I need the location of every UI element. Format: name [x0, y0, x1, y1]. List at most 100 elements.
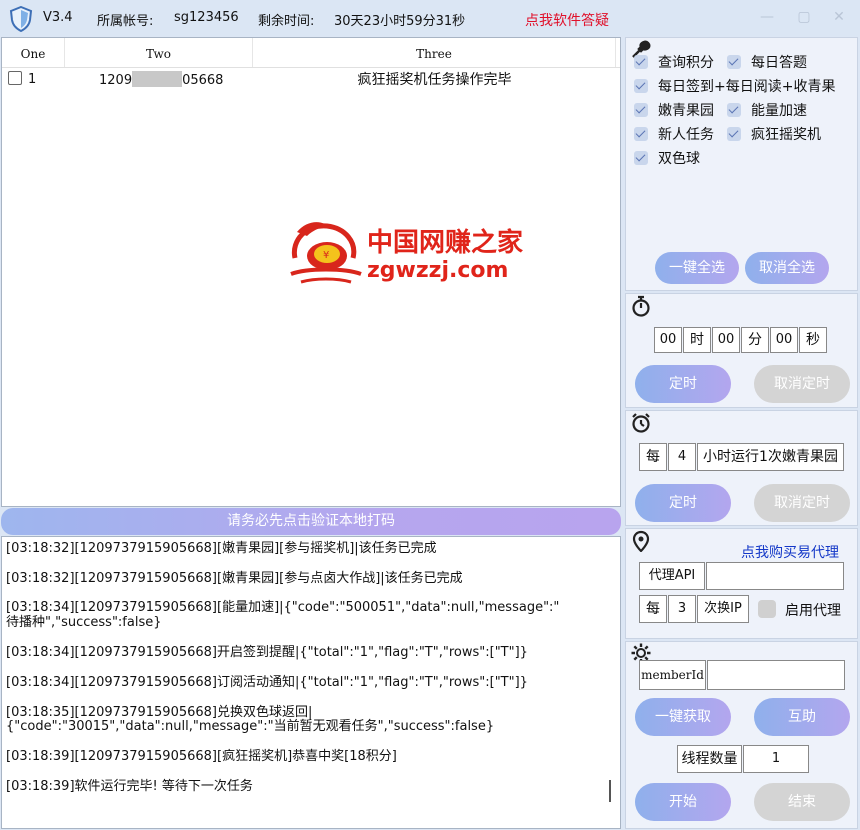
proxy-api-label: 代理API: [639, 562, 705, 590]
check-icon: [727, 127, 741, 141]
member-id-input[interactable]: [707, 660, 845, 690]
log-line: [03:18:34][1209737915905668]开启签到提醒|{"tot…: [6, 645, 528, 660]
log-line: [03:18:32][1209737915905668][嫩青果园][参与摇奖机…: [6, 541, 437, 556]
column-header-one[interactable]: One: [2, 38, 65, 67]
timer-start-button[interactable]: 定时: [635, 365, 731, 403]
table-header: One Two Three: [2, 38, 620, 68]
interval-hours-input[interactable]: 4: [668, 443, 696, 471]
stop-button[interactable]: 结束: [754, 783, 850, 821]
remaining-value: 30天23小时59分31秒: [334, 14, 466, 29]
watermark-title: 中国网赚之家: [367, 228, 524, 258]
watermark-logo: ¥ 中国网赚之家 zgwzzj.com: [287, 218, 537, 288]
task-label: 双色球: [658, 151, 700, 167]
member-id-label: memberId: [639, 660, 706, 690]
interval-description: 小时运行1次嫩青果园: [697, 443, 844, 471]
redaction-block: [132, 70, 183, 87]
fetch-all-button[interactable]: 一键获取: [635, 698, 731, 736]
stopwatch-icon: [632, 295, 650, 317]
check-icon: [727, 103, 741, 117]
account-id-suffix: 05668: [182, 72, 224, 88]
task-label: 嫩青果园: [658, 103, 714, 119]
svg-text:¥: ¥: [323, 250, 329, 261]
timer-seconds-input[interactable]: 00: [770, 327, 798, 353]
dragon-logo-icon: ¥: [290, 222, 362, 284]
app-version: V3.4: [43, 10, 73, 25]
remaining-label: 剩余时间:: [258, 14, 315, 29]
member-panel: memberId 一键获取 互助 线程数量 1 开始 结束: [625, 641, 858, 829]
task-checkbox-orchard[interactable]: 嫩青果园: [634, 100, 714, 120]
log-line: [03:18:34][1209737915905668]订阅活动通知|{"tot…: [6, 675, 528, 690]
timer-seconds-unit: 秒: [799, 327, 827, 353]
table-row[interactable]: 1 1209 05668 疯狂摇奖机任务操作完毕: [2, 68, 620, 90]
row-index: 1: [28, 72, 37, 87]
interval-panel: 每 4 小时运行1次嫩青果园 定时 取消定时: [625, 410, 858, 526]
proxy-ip-count-input[interactable]: 3: [668, 595, 696, 623]
timer-hours-unit: 时: [683, 327, 711, 353]
watermark-url: zgwzzj.com: [367, 258, 509, 283]
shield-icon: [9, 6, 33, 32]
timer-minutes-input[interactable]: 00: [712, 327, 740, 353]
buy-proxy-link[interactable]: 点我购买易代理: [741, 542, 839, 562]
proxy-change-ip-label: 次换IP: [697, 595, 749, 623]
thread-count-input[interactable]: 1: [743, 745, 809, 773]
check-icon: [634, 55, 648, 69]
task-checkbox-energy-boost[interactable]: 能量加速: [727, 100, 807, 120]
account-value: sg123456: [174, 10, 239, 25]
timer-hours-input[interactable]: 00: [654, 327, 682, 353]
task-options-panel: 查询积分 每日答题 每日签到+每日阅读+收青果 嫩青果园 能量加速 新人任务 疯…: [625, 37, 858, 291]
account-id-prefix: 1209: [99, 72, 133, 88]
row-cell-one[interactable]: 1: [2, 71, 65, 87]
close-button[interactable]: ✕: [830, 9, 848, 25]
log-line: {"code":"30015","data":null,"message":"当…: [6, 719, 495, 734]
account-label: 所属帐号:: [97, 14, 154, 29]
task-label: 能量加速: [751, 103, 807, 119]
enable-proxy-label: 启用代理: [785, 603, 841, 619]
task-checkbox-query-points[interactable]: 查询积分: [634, 52, 714, 72]
task-checkbox-slot-machine[interactable]: 疯狂摇奖机: [727, 124, 821, 144]
log-line: [03:18:39][1209737915905668][疯狂摇奖机]恭喜中奖[…: [6, 749, 397, 764]
column-header-three[interactable]: Three: [253, 38, 616, 67]
proxy-api-input[interactable]: [706, 562, 844, 590]
row-cell-three: 疯狂摇奖机任务操作完毕: [357, 72, 512, 88]
task-checkbox-newbie-task[interactable]: 新人任务: [634, 124, 714, 144]
log-line: [03:18:39]软件运行完毕! 等待下一次任务: [6, 779, 253, 794]
log-panel[interactable]: [03:18:32][1209737915905668][嫩青果园][参与摇奖机…: [1, 536, 621, 829]
enable-proxy-toggle[interactable]: [758, 600, 776, 618]
title-bar: V3.4 所属帐号: sg123456 剩余时间: 30天23小时59分31秒 …: [0, 0, 860, 36]
thread-count-label: 线程数量: [677, 745, 742, 773]
task-table: One Two Three 1 1209 05668 疯狂摇奖机任务操作完毕 ¥ …: [1, 37, 621, 507]
task-label: 每日签到+每日阅读+收青果: [658, 79, 836, 95]
select-all-button[interactable]: 一键全选: [655, 252, 739, 284]
task-checkbox-daily-quiz[interactable]: 每日答题: [727, 52, 807, 72]
task-checkbox-daily-signin[interactable]: 每日签到+每日阅读+收青果: [634, 76, 835, 96]
alarm-clock-icon: [632, 413, 650, 433]
timer-panel: 00 时 00 分 00 秒 定时 取消定时: [625, 293, 858, 408]
help-link[interactable]: 点我软件答疑: [525, 10, 609, 30]
log-line: 待播种","success":false}: [6, 615, 162, 630]
mutual-help-button[interactable]: 互助: [754, 698, 850, 736]
column-header-two[interactable]: Two: [65, 38, 253, 67]
interval-start-button[interactable]: 定时: [635, 484, 731, 522]
proxy-panel: 点我购买易代理 代理API 每 3 次换IP 启用代理: [625, 528, 858, 639]
check-icon: [727, 55, 741, 69]
row-checkbox[interactable]: [8, 71, 22, 85]
interval-every-label: 每: [639, 443, 667, 471]
log-line: [03:18:32][1209737915905668][嫩青果园][参与点卤大…: [6, 571, 463, 586]
start-button[interactable]: 开始: [635, 783, 731, 821]
deselect-all-button[interactable]: 取消全选: [745, 252, 829, 284]
log-scrollbar[interactable]: [609, 780, 611, 802]
interval-cancel-button[interactable]: 取消定时: [754, 484, 850, 522]
task-checkbox-lottery[interactable]: 双色球: [634, 148, 700, 168]
task-label: 新人任务: [658, 127, 714, 143]
task-label: 疯狂摇奖机: [751, 127, 821, 143]
maximize-button[interactable]: ▢: [795, 9, 813, 25]
task-label: 每日答题: [751, 55, 807, 71]
minimize-button[interactable]: —: [758, 9, 776, 25]
row-cell-two: 1209 05668: [65, 70, 253, 88]
task-label: 查询积分: [658, 55, 714, 71]
timer-cancel-button[interactable]: 取消定时: [754, 365, 850, 403]
check-icon: [634, 127, 648, 141]
verify-banner-button[interactable]: 请务必先点击验证本地打码: [1, 508, 621, 535]
check-icon: [634, 151, 648, 165]
proxy-every-label: 每: [639, 595, 667, 623]
